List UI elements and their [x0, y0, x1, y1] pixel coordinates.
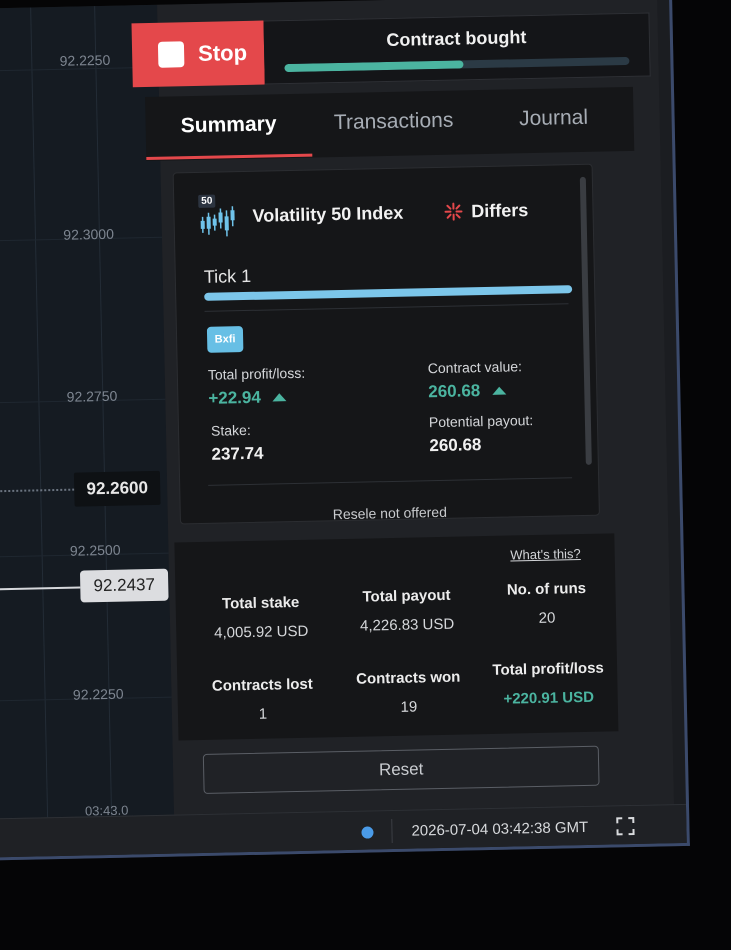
runs-stat: No. of runs 20 — [473, 579, 620, 628]
chart-gridline — [30, 7, 49, 818]
run-statistics: What's this? Total stake 4,005.92 USD To… — [174, 533, 620, 741]
price-axis-label: 92.2500 — [69, 541, 121, 559]
contracts-won-stat: Contracts won 19 — [335, 668, 482, 717]
current-price-label: 92.2600 — [73, 470, 161, 507]
contract-value: 260.68 — [428, 381, 481, 402]
trading-app: 92.2250 92.3000 92.2750 92.2500 92.2250 … — [0, 0, 690, 861]
trade-type-label: Differs — [471, 199, 529, 221]
card-divider — [204, 303, 569, 312]
stat-label: Contracts won — [356, 668, 461, 688]
contract-header: 50 Volatility 50 Index Differs — [198, 188, 529, 239]
fullscreen-icon[interactable] — [615, 816, 635, 836]
tick-label: Tick 1 — [203, 265, 252, 287]
run-status-bar: Stop Contract bought — [131, 12, 651, 88]
stop-icon — [157, 41, 185, 68]
tab-summary[interactable]: Summary — [145, 94, 312, 157]
total-profit-value: +22.94 — [208, 387, 262, 408]
stat-value: 19 — [400, 698, 418, 716]
reset-button[interactable]: Reset — [202, 745, 600, 794]
resale-status: Resele not offered — [332, 503, 448, 523]
payout-metric: Potential payout: 260.68 — [429, 412, 534, 456]
contract-type-chip: Bxfi — [206, 326, 244, 353]
stat-value: 4,226.83 USD — [359, 615, 455, 635]
stake-metric: Stake: 237.74 — [211, 422, 264, 465]
metric-value: 260.68 — [428, 380, 523, 402]
price-axis-label: 92.2750 — [66, 387, 118, 405]
metric-label: Contract value: — [427, 358, 523, 377]
volatility-index-icon: 50 — [198, 194, 243, 239]
contract-value-metric: Contract value: 260.68 — [428, 358, 523, 402]
card-scrollbar[interactable] — [579, 176, 592, 465]
total-profit-metric: Total profit/loss: +22.94 — [208, 365, 306, 409]
footer-divider — [391, 819, 393, 844]
price-axis-label: 92.2250 — [59, 51, 111, 69]
stat-label: Contracts lost — [211, 675, 313, 695]
stat-value: +220.91 USD — [503, 688, 595, 708]
barrier-line — [0, 488, 75, 493]
spot-price-label: 92.2437 — [79, 568, 169, 603]
contract-progress-bar — [284, 56, 630, 73]
stat-label: No. of runs — [506, 579, 587, 599]
tab-journal[interactable]: Journal — [475, 87, 632, 150]
stat-value: 1 — [258, 705, 268, 723]
total-profit-stat: Total profit/loss +220.91 USD — [475, 659, 622, 708]
stat-value: 20 — [538, 609, 556, 627]
stat-label: Total profit/loss — [492, 659, 604, 679]
total-payout-stat: Total payout 4,226.83 USD — [333, 586, 480, 635]
metric-label: Total profit/loss: — [207, 364, 306, 383]
metric-label: Stake: — [210, 421, 251, 439]
up-arrow-icon — [492, 386, 507, 395]
contract-progress-fill — [284, 60, 464, 73]
run-panel: Stop Contract bought Summary Transaction… — [131, 0, 674, 815]
price-axis-label: 92.2250 — [72, 685, 124, 703]
contract-status: Contract bought — [263, 12, 651, 85]
stat-value: 4,005.92 USD — [213, 622, 309, 642]
screen: 92.2250 92.3000 92.2750 92.2500 92.2250 … — [0, 0, 731, 950]
stat-label: Total stake — [221, 593, 300, 613]
contracts-lost-stat: Contracts lost 1 — [189, 675, 336, 724]
payout-value: 260.68 — [429, 435, 482, 456]
contract-status-text: Contract bought — [386, 27, 527, 50]
card-divider — [208, 477, 573, 486]
contract-card[interactable]: 50 Volatility 50 Index Differs Tick 1 Bx… — [172, 163, 600, 525]
metric-value: +22.94 — [208, 387, 306, 409]
stake-value: 237.74 — [211, 443, 264, 464]
differs-icon — [444, 202, 463, 221]
stop-button-label: Stop — [197, 39, 248, 66]
whats-this-link[interactable]: What's this? — [510, 546, 581, 562]
tab-transactions[interactable]: Transactions — [311, 90, 476, 153]
spot-line — [0, 586, 81, 591]
price-axis-label: 92.3000 — [63, 225, 115, 243]
tick-progress-bar — [204, 285, 573, 301]
trade-type: Differs — [443, 200, 528, 223]
stop-button[interactable]: Stop — [131, 20, 265, 88]
up-arrow-icon — [272, 393, 287, 402]
total-stake-stat: Total stake 4,005.92 USD — [188, 593, 335, 642]
asset-name: Volatility 50 Index — [252, 202, 404, 226]
stat-label: Total payout — [362, 586, 451, 606]
asset-badge: 50 — [198, 194, 216, 208]
panel-tabs: Summary Transactions Journal — [145, 86, 635, 162]
server-time: 2026-07-04 03:42:38 GMT — [411, 818, 589, 840]
connection-status-icon — [361, 826, 374, 839]
metric-label: Potential payout: — [428, 412, 534, 431]
